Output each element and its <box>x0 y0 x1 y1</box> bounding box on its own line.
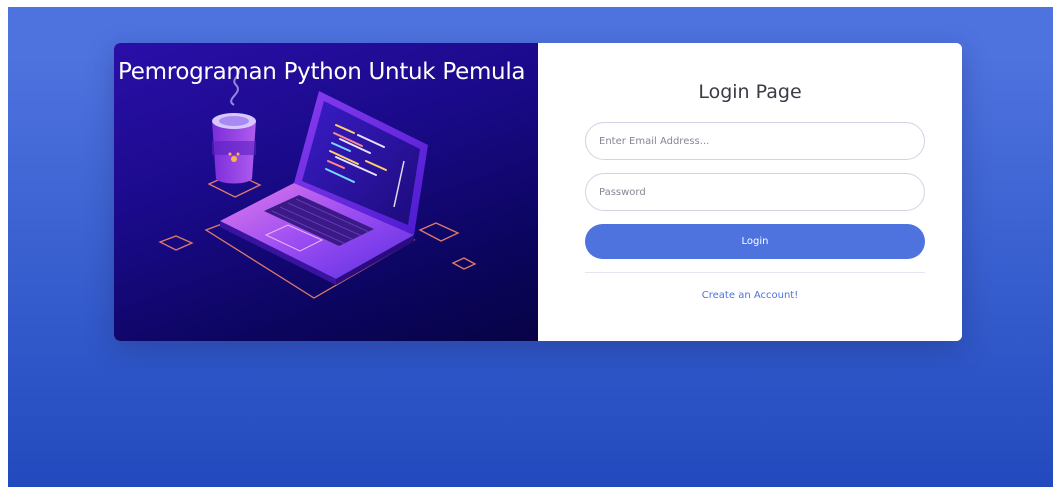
email-input[interactable] <box>585 122 925 160</box>
hero-panel: Pemrograman Python Untuk Pemula <box>114 43 538 341</box>
password-input[interactable] <box>585 173 925 211</box>
create-account-link[interactable]: Create an Account! <box>538 290 962 301</box>
hero-title: Pemrograman Python Untuk Pemula <box>118 59 526 85</box>
login-page-title: Login Page <box>698 81 802 103</box>
login-form-panel: Login Page Login Create an Account! <box>538 43 962 341</box>
login-card: Pemrograman Python Untuk Pemula Login Pa… <box>114 43 962 341</box>
laptop-illustration <box>158 68 477 299</box>
divider <box>585 272 925 273</box>
login-button[interactable]: Login <box>585 224 925 259</box>
